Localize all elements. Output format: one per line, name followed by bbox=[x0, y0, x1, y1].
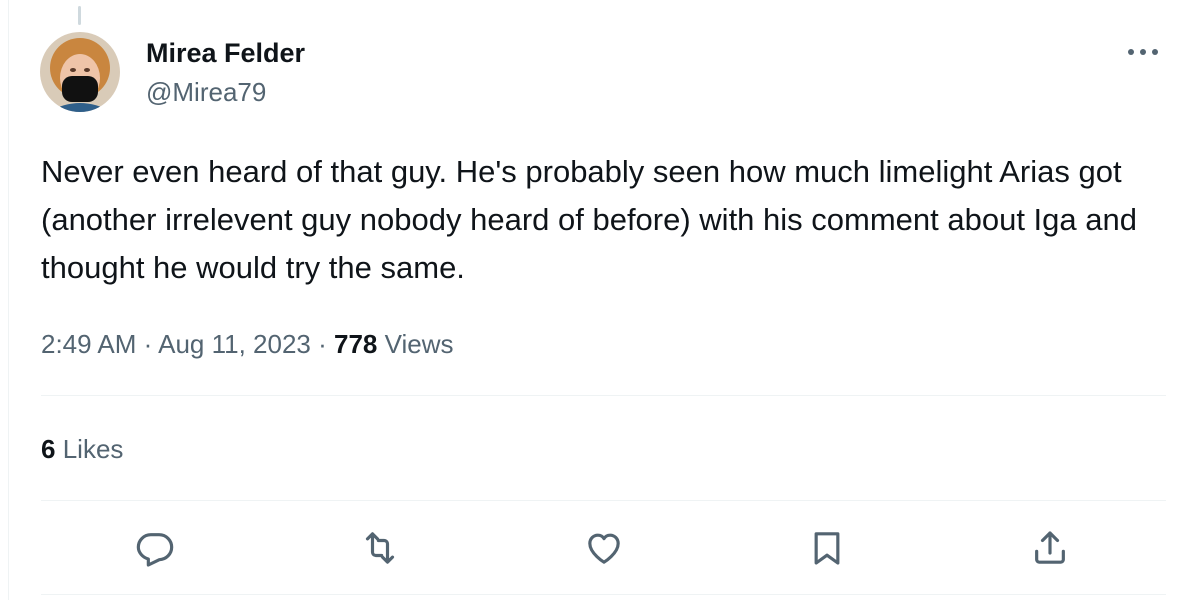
meta-separator: · bbox=[318, 329, 327, 359]
avatar-image bbox=[40, 32, 120, 112]
divider bbox=[41, 395, 1166, 396]
thread-connector-line bbox=[78, 6, 81, 25]
tweet-text: Never even heard of that guy. He's proba… bbox=[41, 154, 1137, 285]
bookmark-icon bbox=[814, 532, 840, 565]
likes-label: Likes bbox=[62, 434, 124, 464]
bookmark-button[interactable] bbox=[801, 522, 853, 574]
heart-icon bbox=[588, 533, 620, 564]
views-count: 778 bbox=[334, 329, 378, 359]
repost-button[interactable] bbox=[354, 522, 406, 574]
more-horizontal-icon bbox=[1128, 49, 1158, 55]
divider bbox=[41, 500, 1166, 501]
likes-link[interactable]: 6 Likes bbox=[41, 430, 123, 468]
likes-count: 6 bbox=[41, 434, 56, 464]
divider bbox=[41, 594, 1166, 595]
repost-arrows-icon bbox=[365, 532, 395, 564]
more-options-button[interactable] bbox=[1120, 34, 1166, 70]
avatar[interactable] bbox=[40, 32, 120, 112]
author-handle[interactable]: @Mirea79 bbox=[146, 76, 266, 108]
tweet-date[interactable]: Aug 11, 2023 bbox=[158, 329, 311, 359]
like-button[interactable] bbox=[578, 522, 630, 574]
tweet-time[interactable]: 2:49 AM bbox=[41, 329, 136, 359]
column-border bbox=[8, 0, 9, 600]
author-display-name[interactable]: Mirea Felder bbox=[146, 36, 305, 70]
share-upload-icon bbox=[1035, 531, 1065, 564]
views-label: Views bbox=[384, 329, 454, 359]
meta-separator: · bbox=[143, 329, 153, 359]
tweet-detail: Mirea Felder @Mirea79 Never even heard o… bbox=[0, 0, 1200, 600]
reply-button[interactable] bbox=[129, 522, 181, 574]
tweet-meta: 2:49 AM · Aug 11, 2023 · 778 Views bbox=[41, 324, 454, 364]
reply-bubble-icon bbox=[136, 533, 174, 567]
share-button[interactable] bbox=[1024, 522, 1076, 574]
